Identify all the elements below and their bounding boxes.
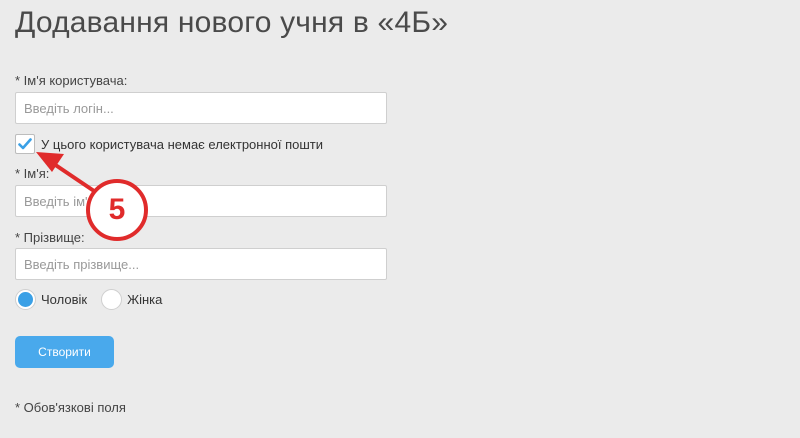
required-fields-note: * Обов'язкові поля <box>15 400 126 415</box>
gender-radio-group: Чоловік Жінка <box>15 289 176 310</box>
gender-radio-female-label: Жінка <box>127 292 163 307</box>
no-email-checkbox-label: У цього користувача немає електронної по… <box>41 136 324 152</box>
gender-radio-male[interactable]: Чоловік <box>15 289 87 310</box>
checkmark-icon <box>18 138 32 150</box>
step-number-badge: 5 <box>108 193 126 226</box>
page-title: Додавання нового учня в «4Б» <box>15 6 449 39</box>
gender-radio-female[interactable]: Жінка <box>101 289 162 310</box>
first-name-label: * Ім'я: <box>15 166 50 181</box>
no-email-checkbox-row[interactable]: У цього користувача немає електронної по… <box>15 134 323 154</box>
gender-radio-male-label: Чоловік <box>41 292 88 307</box>
radio-selected-icon[interactable] <box>15 289 36 310</box>
last-name-input[interactable] <box>15 248 387 280</box>
no-email-checkbox[interactable] <box>15 134 35 154</box>
radio-unselected-icon[interactable] <box>101 289 123 310</box>
first-name-input[interactable] <box>15 185 387 217</box>
username-input[interactable] <box>15 92 387 124</box>
username-label: * Ім'я користувача: <box>15 73 128 88</box>
create-button[interactable]: Створити <box>15 336 114 368</box>
last-name-label: * Прізвище: <box>15 230 85 245</box>
